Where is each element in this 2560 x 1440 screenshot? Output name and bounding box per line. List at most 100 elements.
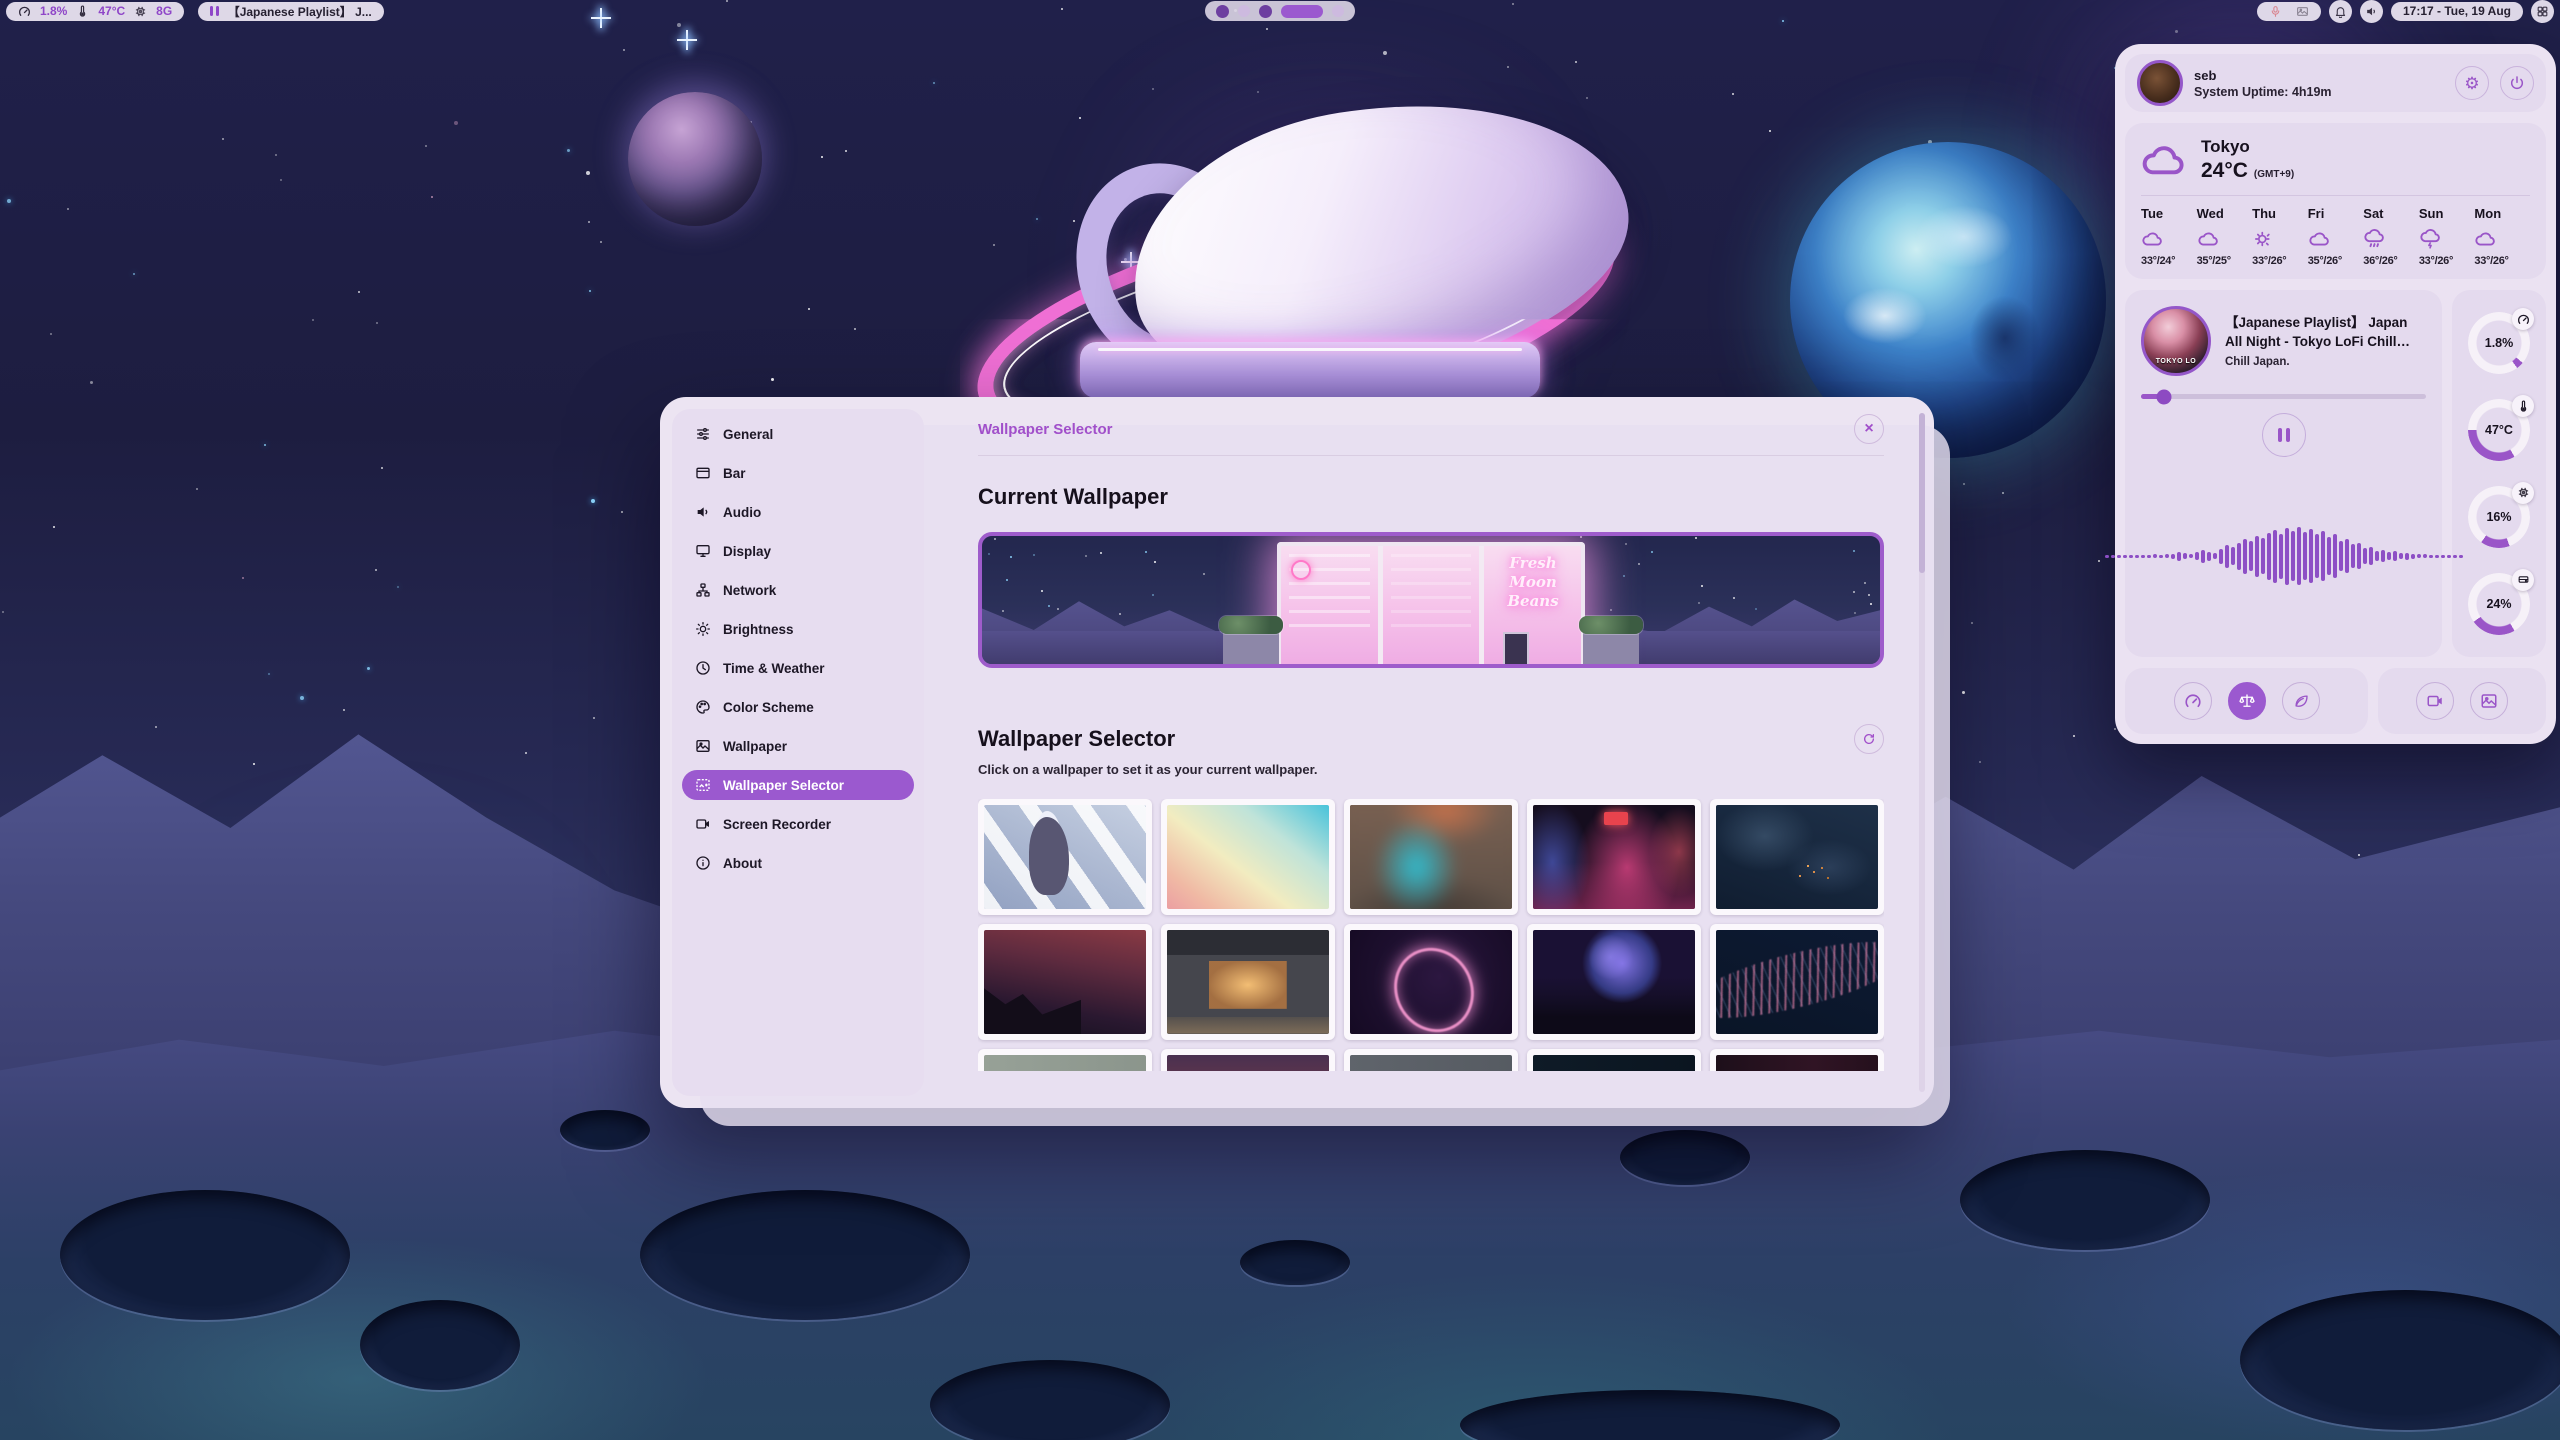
image-icon (695, 738, 711, 754)
thermometer-icon (76, 5, 89, 18)
window-scrollbar[interactable] (1919, 413, 1925, 1092)
sidebar-item-general[interactable]: General (682, 419, 914, 449)
neon-circle-sign (1291, 560, 1311, 580)
screen-record-button[interactable] (2416, 682, 2454, 720)
image-select-icon (695, 777, 711, 793)
wallpaper-thumb-midnight-sea[interactable] (1527, 1049, 1701, 1071)
settings-window: General Bar Audio Display Network Bright… (660, 397, 1934, 1108)
sidebar-item-about[interactable]: About (682, 848, 914, 878)
media-subtitle: Chill Japan. (2225, 356, 2426, 368)
topbar-media-pill[interactable]: 【Japanese Playlist】 J... (198, 2, 384, 21)
close-button[interactable]: × (1854, 414, 1884, 444)
wallpaper-thumb-snowy-village[interactable] (1710, 799, 1884, 915)
sidebar-item-bar[interactable]: Bar (682, 458, 914, 488)
current-wallpaper-preview: Fresh Moon Beans (978, 532, 1884, 668)
speedometer-icon (18, 5, 31, 18)
sun-cloud-icon (2252, 229, 2308, 249)
screenshot-tray-icon[interactable] (2296, 5, 2309, 18)
forecast-day: Sat36°/26° (2363, 206, 2419, 267)
microphone-tray-icon[interactable] (2269, 5, 2282, 18)
systray-pill[interactable] (2257, 2, 2321, 21)
sidebar-item-label: Display (723, 544, 771, 559)
sidebar-item-wallpaper[interactable]: Wallpaper (682, 731, 914, 761)
gauge-cpu-load: 1.8% (2468, 312, 2530, 374)
current-wallpaper-heading: Current Wallpaper (978, 484, 1884, 510)
sidebar-item-display[interactable]: Display (682, 536, 914, 566)
sidebar-item-label: Bar (723, 466, 746, 481)
workspace-dot-2[interactable] (1238, 5, 1250, 17)
workspace-dot-4[interactable] (1281, 5, 1323, 18)
wallpaper-thumb-crimson-forest[interactable] (978, 924, 1152, 1040)
sidebar-item-label: Audio (723, 505, 761, 520)
volume-button[interactable] (2360, 0, 2383, 23)
clock-pill[interactable]: 17:17 - Tue, 19 Aug (2391, 2, 2523, 21)
info-icon (695, 855, 711, 871)
settings-content: Wallpaper Selector × Current Wallpaper F… (948, 397, 1934, 1108)
image-icon (2480, 692, 2498, 710)
wallpaper-thumb-grey-plain[interactable] (1344, 1049, 1518, 1071)
sidebar-item-network[interactable]: Network (682, 575, 914, 605)
wallpaper-thumb-autumn-grove[interactable] (1161, 1049, 1335, 1071)
eco-mode-button[interactable] (2282, 682, 2320, 720)
wallpaper-thumb-dark-orchid[interactable] (1710, 1049, 1884, 1071)
storm-cloud-icon (2419, 229, 2475, 249)
sidebar-item-label: About (723, 856, 762, 871)
sidebar-item-screen-recorder[interactable]: Screen Recorder (682, 809, 914, 839)
wallpaper-thumb-neon-arcade[interactable] (1527, 799, 1701, 915)
purple-planet (628, 92, 762, 226)
forecast-day: Wed35°/25° (2197, 206, 2253, 267)
album-art: TOKYO LO (2141, 306, 2211, 376)
power-button[interactable] (2500, 66, 2534, 100)
media-progress-slider[interactable] (2141, 394, 2426, 399)
preview-planter-right (1583, 630, 1639, 664)
sidebar-item-time-weather[interactable]: Time & Weather (682, 653, 914, 683)
sidebar-item-label: Color Scheme (723, 700, 814, 715)
dashboard-grid-button[interactable] (2531, 0, 2554, 23)
cloud-icon (2141, 229, 2197, 249)
thermometer-icon (2512, 395, 2534, 417)
chip-icon (134, 5, 147, 18)
settings-button[interactable]: ⚙ (2455, 66, 2489, 100)
user-card: seb System Uptime: 4h19m ⚙ (2125, 54, 2546, 112)
chip-icon (2512, 482, 2534, 504)
workspace-dot-5[interactable] (1332, 5, 1344, 17)
sidebar-item-label: General (723, 427, 773, 442)
balanced-mode-button[interactable] (2228, 682, 2266, 720)
power-icon (2509, 75, 2525, 91)
refresh-button[interactable] (1854, 724, 1884, 754)
sliders-icon (695, 426, 711, 442)
notifications-bell-button[interactable] (2329, 0, 2352, 23)
wallpaper-thumb-aurora-blur[interactable] (1344, 799, 1518, 915)
pause-icon (2278, 428, 2282, 442)
screenshot-button[interactable] (2470, 682, 2508, 720)
wallpaper-thumb-nebula-forest[interactable] (1527, 924, 1701, 1040)
sidebar-item-audio[interactable]: Audio (682, 497, 914, 527)
wallpaper-thumb-violet-ring[interactable] (1344, 924, 1518, 1040)
rain-cloud-icon (2363, 229, 2419, 249)
cloud-icon (2197, 229, 2253, 249)
scales-icon (2238, 692, 2256, 710)
play-pause-button[interactable] (2262, 413, 2306, 457)
neon-sign-text: Fresh Moon Beans (1491, 554, 1575, 610)
wallpaper-thumb-pastel-gradient[interactable] (1161, 799, 1335, 915)
leaf-icon (2292, 692, 2310, 710)
wallpaper-thumb-sage-field[interactable] (978, 1049, 1152, 1071)
sidebar-item-wallpaper-selector[interactable]: Wallpaper Selector (682, 770, 914, 800)
weather-city: Tokyo (2201, 137, 2294, 157)
workspace-dot-3[interactable] (1259, 5, 1272, 18)
performance-mode-button[interactable] (2174, 682, 2212, 720)
slider-thumb[interactable] (2156, 389, 2171, 404)
wallpaper-thumb-lofi-cafe[interactable] (1161, 924, 1335, 1040)
sidebar-item-brightness[interactable]: Brightness (682, 614, 914, 644)
topbar: 1.8% 47°C 8G 【Japanese Playlist】 J... 17… (0, 0, 2560, 22)
wallpaper-thumb-anime-crosswalk[interactable] (978, 799, 1152, 915)
workspace-indicator[interactable] (1205, 1, 1355, 21)
gauge-memory: 16% (2468, 486, 2530, 548)
brightness-icon (695, 621, 711, 637)
system-stats-pill[interactable]: 1.8% 47°C 8G (6, 2, 184, 21)
divider (978, 455, 1884, 456)
wallpaper-thumb-wave-mesh[interactable] (1710, 924, 1884, 1040)
sidebar-item-color-scheme[interactable]: Color Scheme (682, 692, 914, 722)
workspace-dot-1[interactable] (1216, 5, 1229, 18)
palette-icon (695, 699, 711, 715)
